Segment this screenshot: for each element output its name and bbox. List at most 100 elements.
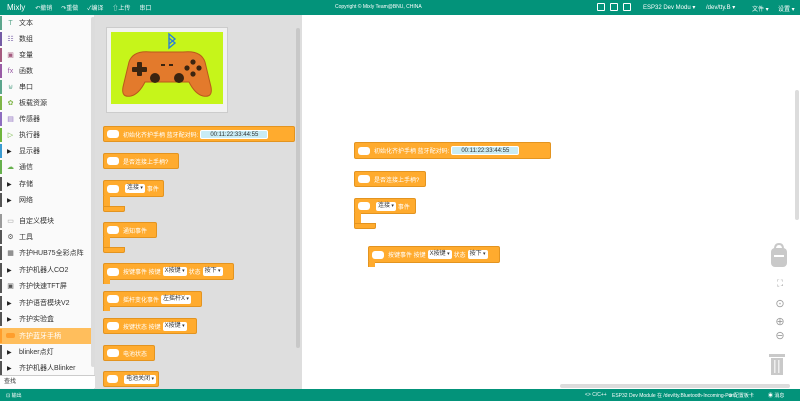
- category-color-mark: [0, 296, 2, 310]
- search-input[interactable]: 查找: [0, 375, 95, 388]
- flyout-init-block[interactable]: 初始化齐护手柄 蓝牙配对码: 00:11:22:33:44:55: [103, 126, 295, 142]
- sidebar-item[interactable]: ▣ 齐护快速TFT屏: [0, 278, 93, 294]
- sidebar-item[interactable]: ⚙ 工具: [0, 229, 93, 245]
- category-icon: ▣: [7, 52, 14, 59]
- flyout-battery-block[interactable]: 电池状态: [103, 345, 155, 361]
- ws-connected-block[interactable]: 是否连接上手柄?: [354, 171, 426, 187]
- block-label: 初始化齐护手柄 蓝牙配对码:: [374, 149, 450, 155]
- ws-connect-event-block[interactable]: 连接 事件: [354, 198, 416, 214]
- sidebar-item[interactable]: ✿ 板载资源: [0, 95, 93, 111]
- block-label: 按键事件 按键: [123, 270, 161, 276]
- sidebar-item[interactable]: ⊎ 串口: [0, 79, 93, 95]
- sidebar-item[interactable]: ▭ 自定义模块: [0, 213, 93, 229]
- sidebar-item[interactable]: ▶ 显示器: [0, 143, 93, 159]
- category-color-mark: [0, 128, 2, 142]
- expand-arrow-icon: ▶: [7, 197, 12, 204]
- category-color-mark: [0, 230, 2, 244]
- sidebar-item[interactable]: ▶ 齐护机器人CO2: [0, 262, 93, 278]
- category-color-mark: [0, 246, 2, 260]
- expand-arrow-icon: ▶: [7, 267, 12, 274]
- category-color-mark: [0, 48, 2, 62]
- flyout-notify-block[interactable]: 通知事件: [103, 222, 157, 238]
- flyout-button-event-block[interactable]: 按键事件 按键 X按键 状态 按下: [103, 263, 234, 280]
- state-dropdown[interactable]: 按下: [467, 250, 488, 259]
- workspace-h-scrollbar[interactable]: [560, 384, 790, 388]
- mac-address-field[interactable]: 00:11:22:33:44:55: [451, 146, 520, 155]
- sidebar-item[interactable]: fx 函数: [0, 63, 93, 79]
- sidebar-item[interactable]: ☷ 数组: [0, 31, 93, 47]
- battery-dropdown[interactable]: 电池关闭: [124, 374, 156, 384]
- gamepad-icon: [358, 146, 370, 155]
- mac-address-field[interactable]: 00:11:22:33:44:55: [200, 129, 269, 139]
- sidebar-item-label: 数组: [19, 36, 33, 43]
- block-label: 状态: [188, 270, 201, 276]
- serial-button[interactable]: 串口: [139, 3, 151, 12]
- undo-button[interactable]: ↶撤销: [35, 3, 52, 12]
- flyout-joystick-event-block[interactable]: 摇杆变化事件 左摇杆X: [103, 291, 202, 307]
- sidebar-item[interactable]: ▶ 齐护语音模块V2: [0, 295, 93, 311]
- category-icon: ▤: [7, 116, 14, 123]
- zoom-reset-icon[interactable]: ⊙: [774, 298, 786, 310]
- window-icon[interactable]: [597, 3, 605, 11]
- sidebar-item[interactable]: ☁ 通信: [0, 159, 93, 175]
- sidebar-item-label: 齐护语音模块V2: [19, 300, 70, 307]
- sidebar-item[interactable]: ▶ 齐护机器人Blinker: [0, 360, 93, 376]
- output-toggle[interactable]: ⊡ 输出: [6, 392, 22, 399]
- button-dropdown[interactable]: X按键: [162, 321, 187, 331]
- ws-init-block[interactable]: 初始化齐护手柄 蓝牙配对码: 00:11:22:33:44:55: [354, 142, 551, 159]
- sidebar-item[interactable]: ▷ 执行器: [0, 127, 93, 143]
- gamepad-icon: [358, 202, 370, 210]
- upload-button[interactable]: ⇧上传: [112, 3, 130, 12]
- zoom-out-icon[interactable]: ⊖: [774, 330, 786, 342]
- ws-button-event-block[interactable]: 按键事件 按键 X按键 状态 按下: [368, 246, 500, 263]
- button-dropdown[interactable]: X按键: [427, 250, 452, 259]
- redo-button[interactable]: ↷重做: [61, 3, 78, 12]
- gamepad-icon: [6, 332, 15, 341]
- state-dropdown[interactable]: 按下: [202, 267, 223, 276]
- connect-dropdown[interactable]: 连接: [125, 184, 145, 193]
- zoom-in-icon[interactable]: ⊕: [774, 316, 786, 328]
- block-label: 通知事件: [123, 228, 148, 235]
- gamepad-icon: [107, 267, 119, 276]
- layout-icon[interactable]: [610, 3, 618, 11]
- sidebar-item-label: 齐护HUB75全彩点阵: [19, 250, 84, 257]
- sidebar-item[interactable]: ▶ 网络: [0, 192, 93, 208]
- file-menu[interactable]: 文件 ▾: [752, 4, 769, 13]
- block-label: 事件: [397, 204, 410, 211]
- settings-menu[interactable]: 设置 ▾: [778, 4, 795, 13]
- flyout-battery-close-block[interactable]: 电池关闭: [103, 371, 159, 387]
- category-color-mark: [0, 279, 2, 293]
- flyout-connect-event-block[interactable]: 连接 事件: [103, 180, 164, 197]
- sidebar-item[interactable]: ▤ 传感器: [0, 111, 93, 127]
- port-select[interactable]: /dev/tty.B ▾: [706, 4, 735, 11]
- category-icon: ⊎: [7, 84, 14, 91]
- backpack-icon[interactable]: [769, 242, 789, 268]
- workspace-v-scrollbar[interactable]: [795, 90, 799, 220]
- block-label: 是否连接上手柄?: [123, 159, 169, 166]
- messages-button[interactable]: ◉ 消息: [768, 392, 784, 399]
- category-color-mark: [0, 329, 2, 343]
- sidebar-item-label: 齐护快速TFT屏: [19, 283, 67, 290]
- button-dropdown[interactable]: X按键: [162, 267, 187, 276]
- gamepad-icon: [372, 250, 384, 259]
- connect-dropdown[interactable]: 连接: [376, 201, 396, 211]
- joystick-dropdown[interactable]: 左摇杆X: [161, 294, 191, 304]
- fit-screen-icon[interactable]: ⛶: [774, 277, 786, 289]
- flyout-scrollbar[interactable]: [296, 28, 300, 348]
- sidebar-item[interactable]: ▶ blinker点灯: [0, 344, 93, 360]
- sidebar-item[interactable]: ▶ 齐护实验盒: [0, 311, 93, 327]
- flyout-connected-block[interactable]: 是否连接上手柄?: [103, 153, 179, 169]
- sidebar-item-label: 通信: [19, 164, 33, 171]
- sidebar-item[interactable]: T 文本: [0, 15, 93, 31]
- sidebar-item[interactable]: 齐护蓝牙手柄: [0, 328, 93, 344]
- sidebar-item-label: 传感器: [19, 116, 40, 123]
- sidebar-item[interactable]: ▦ 齐护HUB75全彩点阵: [0, 245, 93, 261]
- sidebar-item[interactable]: ▶ 存储: [0, 176, 93, 192]
- board-select[interactable]: ESP32 Dev Modu ▾: [643, 4, 695, 11]
- panel-icon[interactable]: [623, 3, 631, 11]
- board-config-button[interactable]: ⚙ 配置板卡: [728, 392, 754, 399]
- trash-icon[interactable]: [768, 352, 786, 376]
- compile-button[interactable]: ✓编译: [87, 3, 103, 12]
- sidebar-item[interactable]: ▣ 变量: [0, 47, 93, 63]
- flyout-button-state-block[interactable]: 按键状态 按键 X按键: [103, 318, 197, 334]
